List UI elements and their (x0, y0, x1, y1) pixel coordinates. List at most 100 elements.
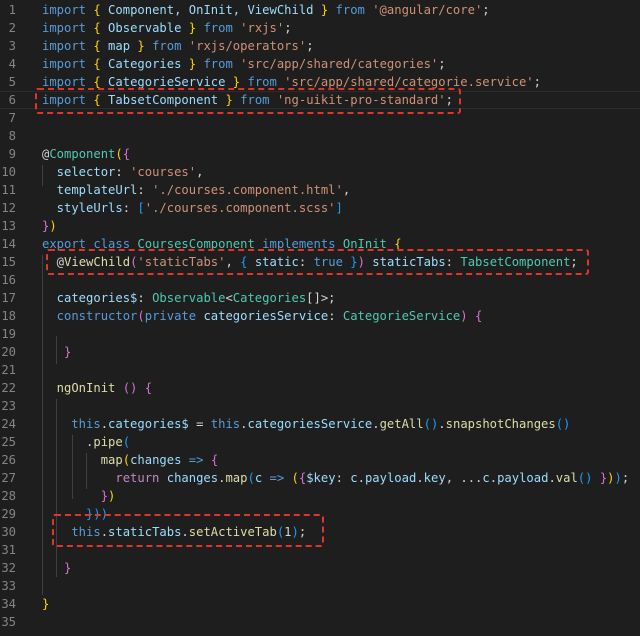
code-token: snapshotChanges (445, 417, 556, 431)
code-token: ( (122, 453, 131, 467)
code-token: { (93, 39, 101, 53)
code-line[interactable]: 24 this.categories$ = this.categoriesSer… (0, 415, 640, 433)
code-token: Observable (152, 291, 226, 305)
code-line[interactable]: 4 import { Categories } from 'src/app/sha… (0, 55, 640, 73)
code-line[interactable]: 9 @Component({ (0, 145, 640, 163)
code-token: val (555, 471, 578, 485)
code-line[interactable]: 23 (0, 397, 640, 415)
code-token: getAll (379, 417, 424, 431)
line-number: 14 (1, 237, 16, 251)
code-line[interactable]: 13}) (0, 217, 640, 235)
code-line[interactable]: 1 import { Component, OnInit, ViewChild }… (0, 1, 640, 19)
line-code: import { Component, OnInit, ViewChild } … (42, 1, 490, 19)
code-token: from (144, 39, 189, 53)
code-line[interactable]: 35 (0, 613, 640, 631)
code-token: : (328, 309, 343, 323)
code-token: payload (364, 471, 417, 485)
line-number: 33 (1, 579, 16, 593)
highlight-box-set-active-tab (52, 514, 324, 547)
code-line[interactable]: 12 styleUrls: ['./courses.component.scss… (0, 199, 640, 217)
code-token: { (93, 3, 101, 17)
code-line[interactable]: 27 return changes.map(c => ({$key: c.pay… (0, 469, 640, 487)
code-token: categories$ (42, 291, 138, 305)
code-line[interactable]: 3 import { map } from 'rxjs/operators'; (0, 37, 640, 55)
code-token: Categories (100, 57, 189, 71)
code-token: ) (614, 471, 622, 485)
line-code: categories$: Observable<Categories[]>; (42, 289, 336, 307)
line-number: 13 (1, 219, 16, 233)
code-token: } (137, 39, 145, 53)
line-number: 35 (1, 615, 16, 629)
code-line[interactable]: 32 } (0, 559, 640, 577)
line-number: 29 (1, 507, 16, 521)
code-token: : (122, 201, 138, 215)
code-line[interactable]: 18 constructor(private categoriesService… (0, 307, 640, 325)
code-token: ; (284, 21, 292, 35)
code-token: } (42, 597, 50, 611)
code-token: categoriesService (196, 309, 329, 323)
code-token: CategorieService (342, 309, 461, 323)
code-token: { (93, 75, 101, 89)
line-code: styleUrls: ['./courses.component.scss'] (42, 199, 343, 217)
code-token: { (474, 309, 483, 323)
code-token: { (210, 453, 219, 467)
code-token: import (42, 21, 87, 35)
code-line[interactable]: 19 (0, 325, 640, 343)
code-line[interactable]: 33 (0, 577, 640, 595)
code-line[interactable]: 34} (0, 595, 640, 613)
code-token: private (144, 309, 197, 323)
code-token: styleUrls (42, 201, 123, 215)
highlight-box-viewchild (46, 249, 589, 275)
code-token: categoriesService (247, 417, 373, 431)
code-token: import (42, 3, 87, 17)
code-line[interactable]: 25 .pipe( (0, 433, 640, 451)
code-token: ; (438, 57, 446, 71)
code-token: , ... (445, 471, 483, 485)
code-token: : (115, 165, 131, 179)
code-token: ; (306, 39, 314, 53)
line-code: .pipe( (42, 433, 130, 451)
code-token: this (210, 417, 241, 431)
code-line[interactable]: 21 (0, 361, 640, 379)
code-token: map (225, 471, 248, 485)
line-number: 9 (8, 147, 16, 161)
code-token: return (115, 471, 160, 485)
code-token: ) (607, 471, 615, 485)
code-token: changes (130, 453, 182, 467)
code-token: : (137, 291, 153, 305)
code-token: from (196, 57, 241, 71)
code-line[interactable]: 20 } (0, 343, 640, 361)
code-line[interactable]: 10 selector: 'courses', (0, 163, 640, 181)
code-token: () (577, 471, 593, 485)
code-line[interactable]: 2 import { Observable } from 'rxjs'; (0, 19, 640, 37)
code-token: map (100, 453, 123, 467)
line-number: 18 (1, 309, 16, 323)
line-number: 28 (1, 489, 16, 503)
code-token: . (42, 435, 94, 449)
code-line[interactable]: 26 map(changes => { (0, 451, 640, 469)
code-line[interactable]: 17 categories$: Observable<Categories[]>… (0, 289, 640, 307)
code-token: , (342, 183, 351, 197)
code-token: Component, OnInit, ViewChild (100, 3, 321, 17)
code-line[interactable]: 28 }) (0, 487, 640, 505)
code-editor[interactable]: 1 import { Component, OnInit, ViewChild }… (0, 0, 640, 636)
code-token: 'rxjs/operators' (188, 39, 307, 53)
line-number: 6 (8, 93, 16, 107)
code-line[interactable]: 11 templateUrl: './courses.component.htm… (0, 181, 640, 199)
code-token: = (188, 417, 211, 431)
code-token: ) (108, 489, 116, 503)
line-number: 30 (1, 525, 16, 539)
code-token: < (225, 291, 233, 305)
code-token: categories$ (108, 417, 189, 431)
code-line[interactable]: 8 (0, 127, 640, 145)
line-number: 19 (1, 327, 16, 341)
code-token: 'courses' (130, 165, 197, 179)
code-line[interactable]: 22 ngOnInit () { (0, 379, 640, 397)
line-number: 16 (1, 273, 16, 287)
code-token: selector (42, 165, 116, 179)
